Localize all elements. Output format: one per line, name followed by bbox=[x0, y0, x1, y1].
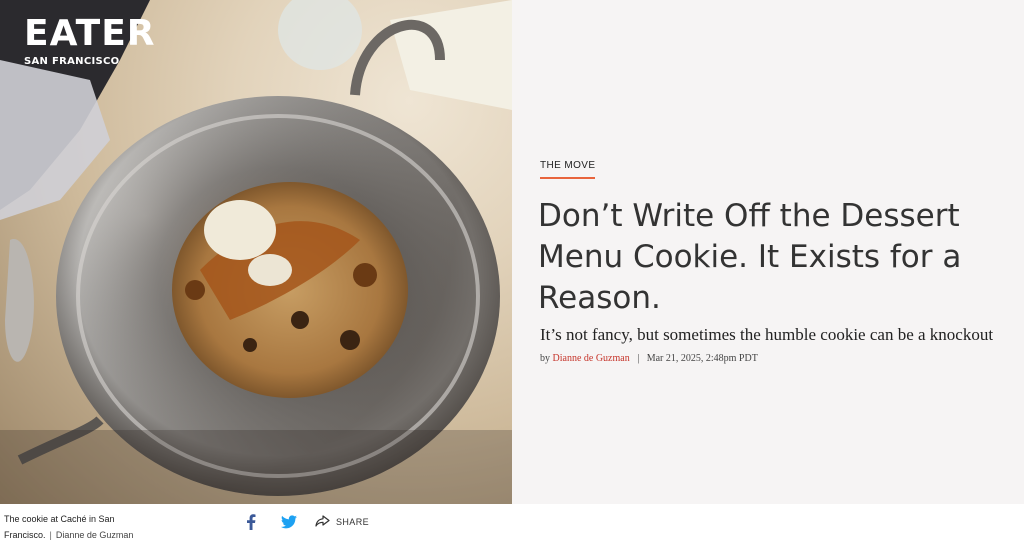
hero-photo-illustration bbox=[0, 0, 512, 504]
twitter-icon bbox=[281, 515, 297, 529]
article-header: THE MOVE Don’t Write Off the Dessert Men… bbox=[512, 0, 1024, 504]
brand-city: SAN FRANCISCO bbox=[24, 56, 120, 67]
facebook-icon bbox=[247, 514, 256, 530]
image-caption: The cookie at Caché in San Francisco. | Di… bbox=[4, 511, 154, 540]
share-icon bbox=[315, 515, 330, 527]
byline-separator: | bbox=[637, 353, 640, 364]
twitter-share-button[interactable] bbox=[280, 513, 298, 531]
dek: It’s not fancy, but sometimes the humble… bbox=[540, 325, 994, 344]
facebook-share-button[interactable] bbox=[244, 513, 258, 531]
share-label: SHARE bbox=[336, 517, 370, 527]
headline: Don’t Write Off the Dessert Menu Cookie.… bbox=[538, 198, 962, 316]
share-button[interactable]: SHARE bbox=[314, 513, 369, 531]
brand-name: EATER bbox=[24, 13, 156, 54]
share-bar: SHARE bbox=[244, 512, 369, 532]
kicker-link[interactable]: THE MOVE bbox=[540, 160, 596, 179]
author-link[interactable]: Dianne de Guzman bbox=[553, 353, 630, 364]
caption-credit: Dianne de Guzman bbox=[55, 530, 134, 540]
byline-prefix: by bbox=[540, 353, 550, 364]
caption-separator: | bbox=[49, 530, 52, 540]
timestamp: Mar 21, 2025, 2:48pm PDT bbox=[646, 353, 758, 364]
hero-image: EATER SAN FRANCISCO bbox=[0, 0, 512, 504]
brand-logo[interactable]: EATER SAN FRANCISCO bbox=[24, 13, 156, 68]
byline: by Dianne de Guzman | Mar 21, 2025, 2:48… bbox=[540, 353, 758, 364]
